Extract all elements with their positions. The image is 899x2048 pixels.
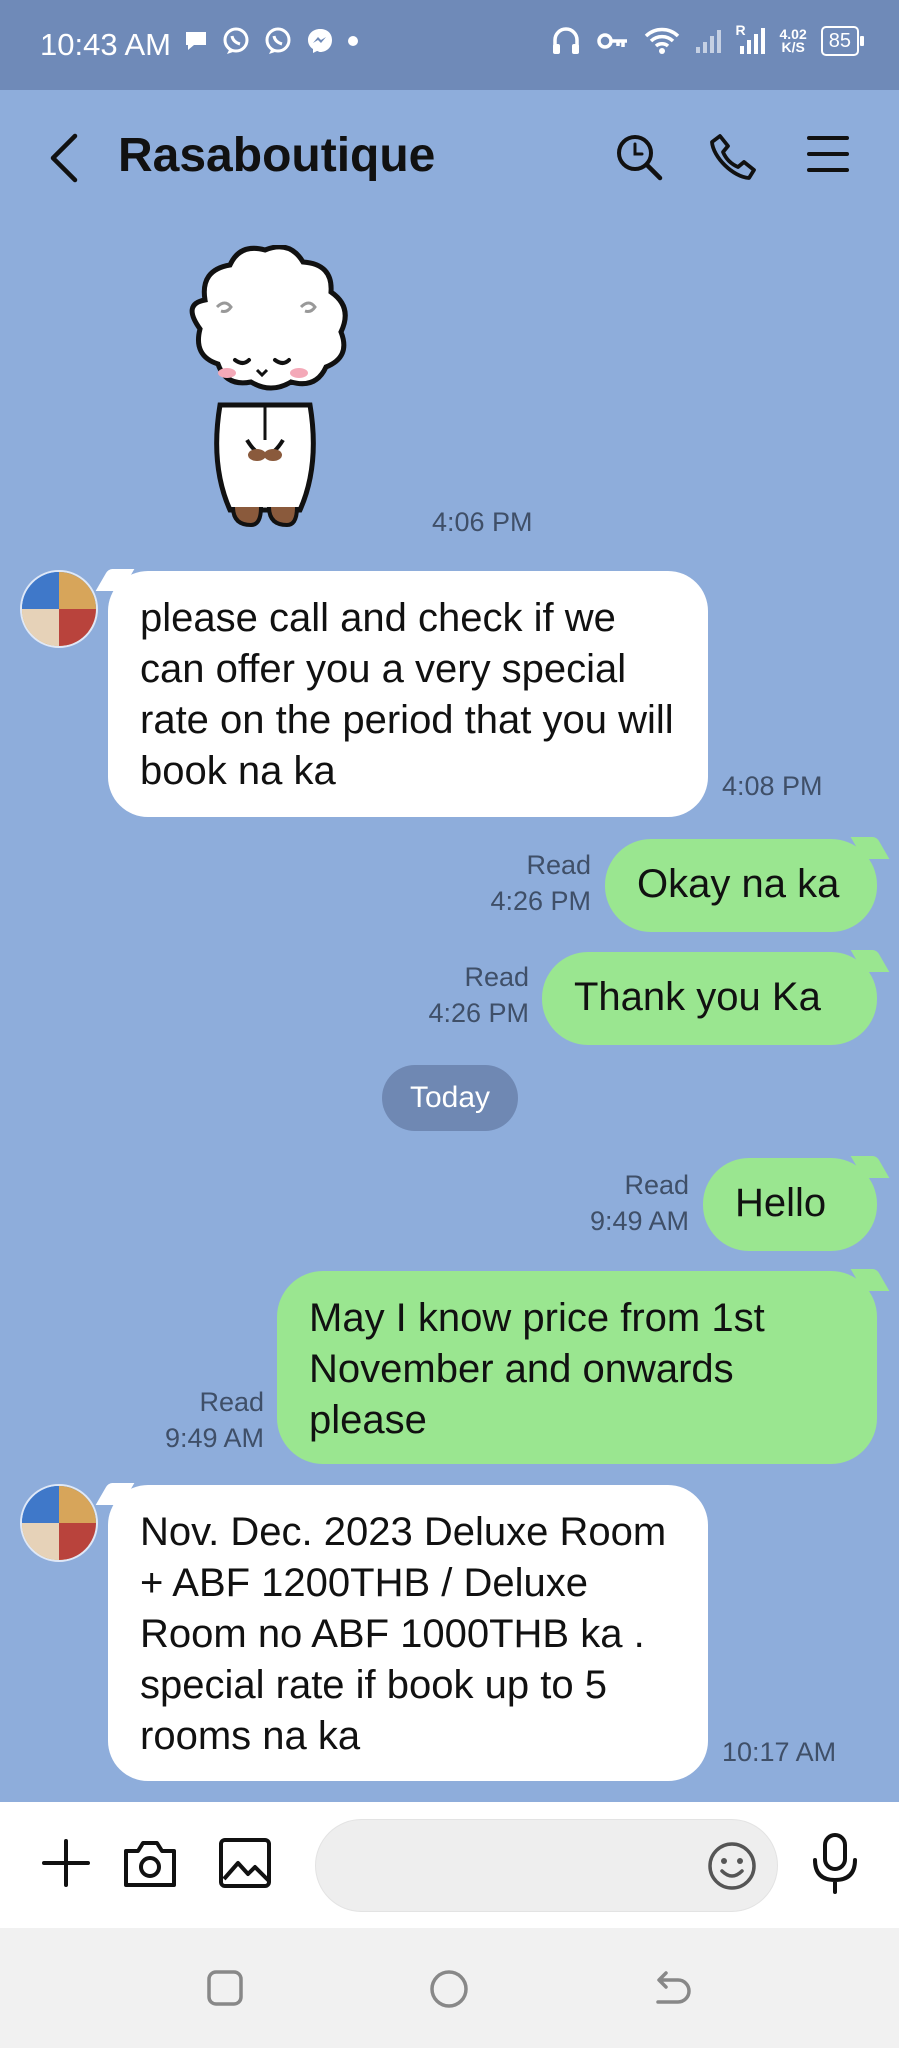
recent-apps-icon[interactable] (205, 1968, 245, 2008)
message-time: 10:17 AM (722, 1737, 837, 1767)
bear-sticker-image (189, 245, 348, 528)
message-time: 4:06 PM (432, 507, 533, 537)
status-time: 10:43 AM (40, 27, 171, 62)
roaming-indicator: R (735, 22, 746, 38)
system-icons: R 4.02 K/S 85 (550, 22, 865, 56)
read-receipt: Read 4:26 PM (428, 962, 529, 1028)
notification-icons (183, 26, 359, 56)
headphones-icon (552, 27, 579, 54)
network-speed: 4.02 K/S (779, 26, 807, 55)
back-arrow-icon[interactable] (45, 130, 81, 186)
chat-notification-icon (186, 32, 206, 50)
message-bubble-outgoing[interactable]: May I know price from 1st November and o… (277, 1271, 877, 1464)
message-input[interactable] (342, 1820, 686, 1913)
message-input-box[interactable] (315, 1819, 778, 1913)
more-dot-icon (348, 36, 358, 46)
message-bubble-incoming[interactable]: please call and check if we can offer yo… (108, 571, 708, 817)
date-divider: Today (382, 1065, 518, 1131)
message-bubble-outgoing[interactable]: Thank you Ka (542, 952, 877, 1045)
contact-avatar[interactable] (20, 1484, 98, 1562)
search-icon[interactable] (614, 132, 664, 182)
system-nav-bar (0, 1928, 899, 2048)
image-gallery-icon[interactable] (218, 1837, 272, 1889)
chat-header: Rasaboutique (0, 90, 899, 230)
read-receipt: Read 9:49 AM (164, 1387, 264, 1453)
message-bubble-incoming[interactable]: Nov. Dec. 2023 Deluxe Room + ABF 1200THB… (108, 1485, 708, 1781)
signal-icon-2: R (736, 22, 766, 56)
chat-messages[interactable]: 4:06 PM please call and check if we can … (0, 230, 899, 1802)
message-input-bar (0, 1802, 899, 1928)
menu-icon[interactable] (806, 132, 850, 176)
message-bubble-outgoing[interactable]: Hello (703, 1158, 877, 1251)
message-bubble-outgoing[interactable]: Okay na ka (605, 839, 877, 932)
viber-icon (223, 27, 249, 54)
read-receipt: Read 9:49 AM (589, 1170, 689, 1236)
camera-icon[interactable] (122, 1837, 178, 1889)
read-receipt: Read 4:26 PM (490, 850, 591, 916)
emoji-icon[interactable] (707, 1841, 757, 1891)
contact-avatar[interactable] (20, 570, 98, 648)
plus-icon[interactable] (40, 1837, 92, 1889)
chat-title[interactable]: Rasaboutique (118, 128, 435, 183)
status-bar: 10:43 AM R 4.02 K/S 85 (0, 0, 899, 90)
back-nav-icon[interactable] (652, 1968, 694, 2008)
home-icon[interactable] (428, 1968, 470, 2010)
viber-icon (265, 27, 291, 54)
microphone-icon[interactable] (810, 1832, 860, 1894)
signal-icon-1 (695, 30, 721, 53)
battery-indicator: 85 (820, 26, 865, 56)
messenger-icon (308, 29, 332, 53)
message-time: 4:08 PM (722, 771, 823, 801)
vpn-key-icon (596, 33, 627, 49)
wifi-icon (644, 27, 679, 54)
phone-call-icon[interactable] (708, 132, 758, 182)
